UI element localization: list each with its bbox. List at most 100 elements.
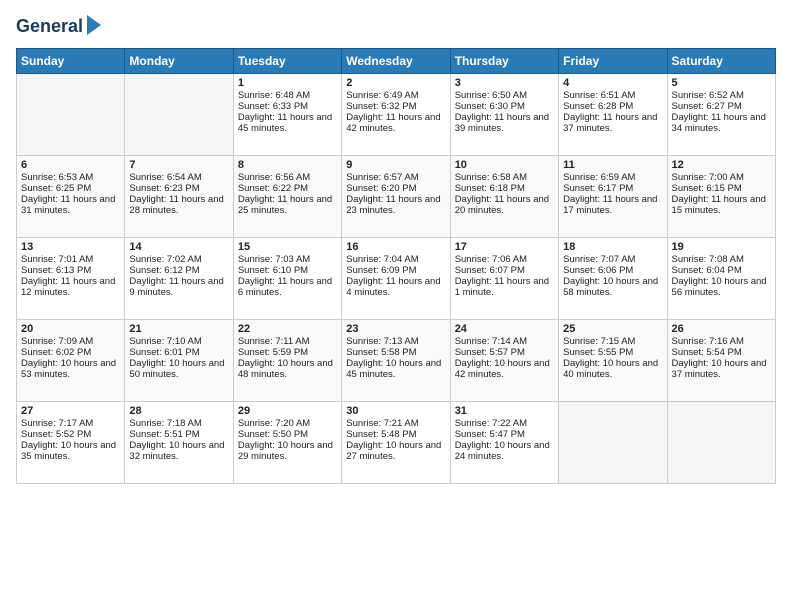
- sunrise-text: Sunrise: 7:09 AM: [21, 336, 93, 347]
- calendar-cell: 11Sunrise: 6:59 AMSunset: 6:17 PMDayligh…: [559, 155, 667, 237]
- sunset-text: Sunset: 5:50 PM: [238, 429, 308, 440]
- logo-text: General: [16, 16, 101, 38]
- daylight-label: Daylight: 10 hours and 56 minutes.: [672, 276, 767, 298]
- sunrise-text: Sunrise: 7:02 AM: [129, 254, 201, 265]
- col-header-monday: Monday: [125, 48, 233, 73]
- calendar-cell: 9Sunrise: 6:57 AMSunset: 6:20 PMDaylight…: [342, 155, 450, 237]
- calendar-cell: 27Sunrise: 7:17 AMSunset: 5:52 PMDayligh…: [17, 401, 125, 483]
- calendar-cell: 15Sunrise: 7:03 AMSunset: 6:10 PMDayligh…: [233, 237, 341, 319]
- daylight-label: Daylight: 10 hours and 45 minutes.: [346, 358, 441, 380]
- calendar-cell: 8Sunrise: 6:56 AMSunset: 6:22 PMDaylight…: [233, 155, 341, 237]
- calendar-cell: 7Sunrise: 6:54 AMSunset: 6:23 PMDaylight…: [125, 155, 233, 237]
- sunrise-text: Sunrise: 6:59 AM: [563, 172, 635, 183]
- sunrise-text: Sunrise: 6:51 AM: [563, 90, 635, 101]
- calendar-table: SundayMondayTuesdayWednesdayThursdayFrid…: [16, 48, 776, 484]
- calendar-cell: 19Sunrise: 7:08 AMSunset: 6:04 PMDayligh…: [667, 237, 775, 319]
- day-number: 1: [238, 77, 337, 89]
- sunset-text: Sunset: 6:04 PM: [672, 265, 742, 276]
- week-row-3: 13Sunrise: 7:01 AMSunset: 6:13 PMDayligh…: [17, 237, 776, 319]
- calendar-cell: 13Sunrise: 7:01 AMSunset: 6:13 PMDayligh…: [17, 237, 125, 319]
- day-number: 19: [672, 241, 771, 253]
- day-number: 22: [238, 323, 337, 335]
- daylight-label: Daylight: 11 hours and 45 minutes.: [238, 112, 332, 134]
- week-row-4: 20Sunrise: 7:09 AMSunset: 6:02 PM Dayligh…: [17, 319, 776, 401]
- calendar-cell: 26Sunrise: 7:16 AMSunset: 5:54 PMDayligh…: [667, 319, 775, 401]
- daylight-label: Daylight: 10 hours and 24 minutes.: [455, 440, 550, 462]
- sunset-text: Sunset: 5:58 PM: [346, 347, 416, 358]
- col-header-friday: Friday: [559, 48, 667, 73]
- sunrise-text: Sunrise: 7:21 AM: [346, 418, 418, 429]
- calendar-cell: 18Sunrise: 7:07 AMSunset: 6:06 PMDayligh…: [559, 237, 667, 319]
- main-container: General SundayMondayTuesdayWednesdayThur…: [0, 0, 792, 492]
- sunset-text: Sunset: 6:17 PM: [563, 183, 633, 194]
- sunset-text: Sunset: 5:52 PM: [21, 429, 91, 440]
- sunrise-text: Sunrise: 7:22 AM: [455, 418, 527, 429]
- calendar-cell: 4Sunrise: 6:51 AMSunset: 6:28 PMDaylight…: [559, 73, 667, 155]
- sunrise-text: Sunrise: 7:06 AM: [455, 254, 527, 265]
- sunset-text: Sunset: 6:18 PM: [455, 183, 525, 194]
- sunrise-text: Sunrise: 6:50 AM: [455, 90, 527, 101]
- sunrise-text: Sunrise: 7:14 AM: [455, 336, 527, 347]
- day-number: 15: [238, 241, 337, 253]
- sunset-text: Sunset: 5:54 PM: [672, 347, 742, 358]
- daylight-label: Daylight: 11 hours and 34 minutes.: [672, 112, 766, 134]
- calendar-cell: 5Sunrise: 6:52 AMSunset: 6:27 PMDaylight…: [667, 73, 775, 155]
- calendar-header-row: SundayMondayTuesdayWednesdayThursdayFrid…: [17, 48, 776, 73]
- daylight-label: Daylight: 11 hours and 37 minutes.: [563, 112, 657, 134]
- calendar-cell: 29Sunrise: 7:20 AMSunset: 5:50 PMDayligh…: [233, 401, 341, 483]
- daylight-label: Daylight: 11 hours and 39 minutes.: [455, 112, 549, 134]
- day-number: 10: [455, 159, 554, 171]
- sunset-text: Sunset: 5:57 PM: [455, 347, 525, 358]
- day-number: 24: [455, 323, 554, 335]
- sunrise-text: Sunrise: 6:58 AM: [455, 172, 527, 183]
- sunrise-text: Sunrise: 7:10 AM: [129, 336, 201, 347]
- day-number: 20: [21, 323, 120, 335]
- sunrise-text: Sunrise: 6:53 AM: [21, 172, 93, 183]
- calendar-cell: 1Sunrise: 6:48 AMSunset: 6:33 PMDaylight…: [233, 73, 341, 155]
- week-row-1: 1Sunrise: 6:48 AMSunset: 6:33 PMDaylight…: [17, 73, 776, 155]
- sunset-text: Sunset: 6:07 PM: [455, 265, 525, 276]
- sunset-text: Sunset: 6:28 PM: [563, 101, 633, 112]
- day-number: 9: [346, 159, 445, 171]
- day-number: 27: [21, 405, 120, 417]
- col-header-tuesday: Tuesday: [233, 48, 341, 73]
- calendar-cell: 17Sunrise: 7:06 AMSunset: 6:07 PMDayligh…: [450, 237, 558, 319]
- col-header-thursday: Thursday: [450, 48, 558, 73]
- sunrise-text: Sunrise: 7:01 AM: [21, 254, 93, 265]
- day-number: 12: [672, 159, 771, 171]
- daylight-label: Daylight: 11 hours and 1 minute.: [455, 276, 549, 298]
- day-number: 3: [455, 77, 554, 89]
- calendar-cell: 16Sunrise: 7:04 AMSunset: 6:09 PMDayligh…: [342, 237, 450, 319]
- logo-arrow-icon: [87, 15, 101, 35]
- sunset-text: Sunset: 5:55 PM: [563, 347, 633, 358]
- calendar-cell: 30Sunrise: 7:21 AMSunset: 5:48 PMDayligh…: [342, 401, 450, 483]
- day-number: 31: [455, 405, 554, 417]
- day-number: 4: [563, 77, 662, 89]
- sunrise-text: Sunrise: 7:16 AM: [672, 336, 744, 347]
- sunset-text: Sunset: 5:47 PM: [455, 429, 525, 440]
- calendar-cell: 21Sunrise: 7:10 AMSunset: 6:01 PMDayligh…: [125, 319, 233, 401]
- sunrise-text: Sunrise: 7:03 AM: [238, 254, 310, 265]
- sunrise-text: Sunrise: 6:56 AM: [238, 172, 310, 183]
- col-header-saturday: Saturday: [667, 48, 775, 73]
- sunset-text: Sunset: 6:27 PM: [672, 101, 742, 112]
- daylight-label: Daylight: 11 hours and 28 minutes.: [129, 194, 223, 216]
- day-number: 29: [238, 405, 337, 417]
- header: General: [16, 16, 776, 38]
- sunset-text: Sunset: 6:09 PM: [346, 265, 416, 276]
- day-number: 18: [563, 241, 662, 253]
- sunrise-text: Sunrise: 7:13 AM: [346, 336, 418, 347]
- daylight-label: Daylight: 11 hours and 25 minutes.: [238, 194, 332, 216]
- sunset-text: Sunset: 6:02 PM: [21, 347, 91, 358]
- sunset-text: Sunset: 6:12 PM: [129, 265, 199, 276]
- sunset-text: Sunset: 6:22 PM: [238, 183, 308, 194]
- daylight-label: Daylight: 10 hours and 40 minutes.: [563, 358, 658, 380]
- calendar-cell: 14Sunrise: 7:02 AMSunset: 6:12 PMDayligh…: [125, 237, 233, 319]
- sunset-text: Sunset: 6:01 PM: [129, 347, 199, 358]
- calendar-cell: 22Sunrise: 7:11 AMSunset: 5:59 PMDayligh…: [233, 319, 341, 401]
- logo: General: [16, 16, 101, 38]
- daylight-label: Daylight: 11 hours and 12 minutes.: [21, 276, 115, 298]
- calendar-cell: 12Sunrise: 7:00 AMSunset: 6:15 PMDayligh…: [667, 155, 775, 237]
- calendar-cell: 3Sunrise: 6:50 AMSunset: 6:30 PMDaylight…: [450, 73, 558, 155]
- calendar-cell: [17, 73, 125, 155]
